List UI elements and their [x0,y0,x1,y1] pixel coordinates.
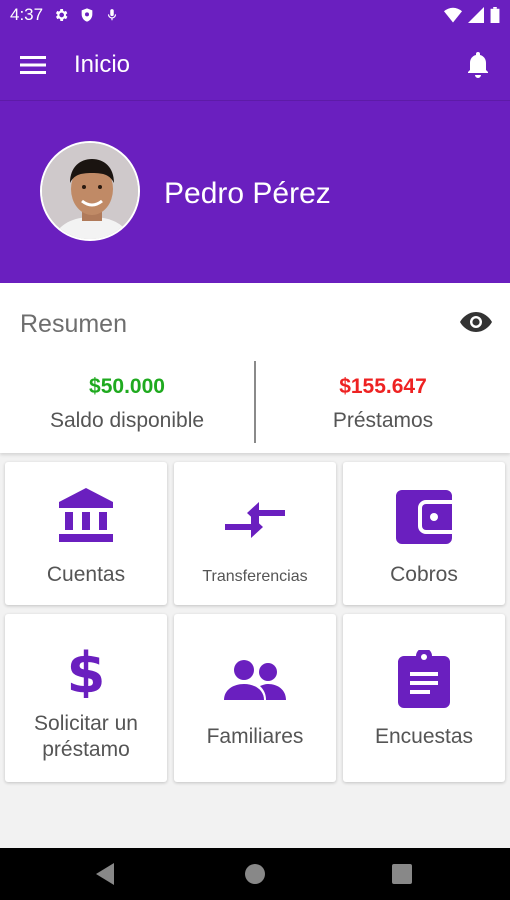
wifi-icon [444,7,462,23]
tile-solicitar-prestamo[interactable]: $ Solicitar un préstamo [5,614,167,782]
tile-label: Solicitar un préstamo [34,712,138,761]
tile-label: Cuentas [46,563,126,586]
tile-transferencias[interactable]: Transferencias [174,462,336,605]
tile-label: Encuestas [374,725,474,748]
tile-label: Transferencias [202,568,308,585]
tile-encuestas[interactable]: Encuestas [343,614,505,782]
shield-icon [81,8,93,22]
loans-label: Préstamos [332,409,434,432]
wallet-icon [396,490,452,544]
app-bar: Inicio [0,30,510,100]
avatar[interactable] [40,141,140,241]
settings-icon [56,9,68,21]
eye-icon[interactable] [460,309,492,335]
battery-icon [490,7,500,23]
clipboard-icon [398,650,450,708]
balance-stat: $50.000 Saldo disponible [0,375,254,433]
balance-label: Saldo disponible [49,409,205,432]
menu-icon[interactable] [20,55,46,75]
summary-card: Resumen $50.000 Saldo disponible $155.64… [0,283,510,453]
balance-amount: $50.000 [89,375,165,398]
profile-name: Pedro Pérez [164,177,331,210]
signal-icon [468,7,484,23]
back-icon[interactable] [96,863,116,885]
svg-text:$: $ [68,642,104,698]
dollar-icon: $ [68,642,104,698]
tile-label: Familiares [206,725,304,748]
status-bar: 4:37 [0,0,510,30]
page-title: Inicio [74,51,131,78]
tile-cobros[interactable]: Cobros [343,462,505,605]
profile-header: Pedro Pérez [0,100,510,283]
transfer-arrows-icon [225,502,285,538]
bank-icon [59,488,113,542]
avatar-photo [42,143,138,239]
home-icon[interactable] [244,863,266,885]
loans-stat: $155.647 Préstamos [256,375,510,433]
status-time: 4:37 [10,5,44,24]
recents-icon[interactable] [392,864,412,884]
tile-label: Cobros [390,563,458,586]
bell-icon[interactable] [466,52,490,78]
tile-cuentas[interactable]: Cuentas [5,462,167,605]
summary-title: Resumen [20,310,127,338]
mic-icon [108,9,117,21]
loans-amount: $155.647 [339,375,427,398]
tile-familiares[interactable]: Familiares [174,614,336,782]
people-icon [224,660,286,700]
system-nav-bar [0,848,510,900]
